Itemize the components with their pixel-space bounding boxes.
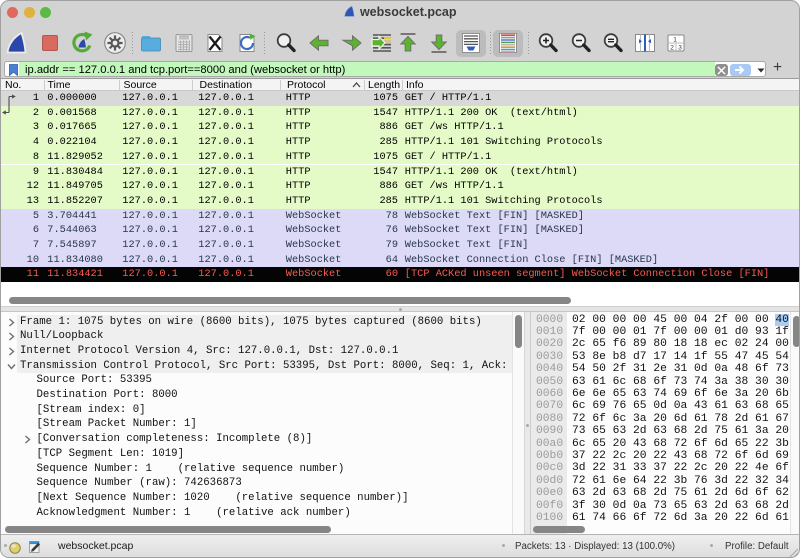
svg-text:2: 2	[670, 45, 674, 52]
svg-text:1: 1	[673, 37, 677, 44]
svg-text:3: 3	[678, 45, 682, 52]
